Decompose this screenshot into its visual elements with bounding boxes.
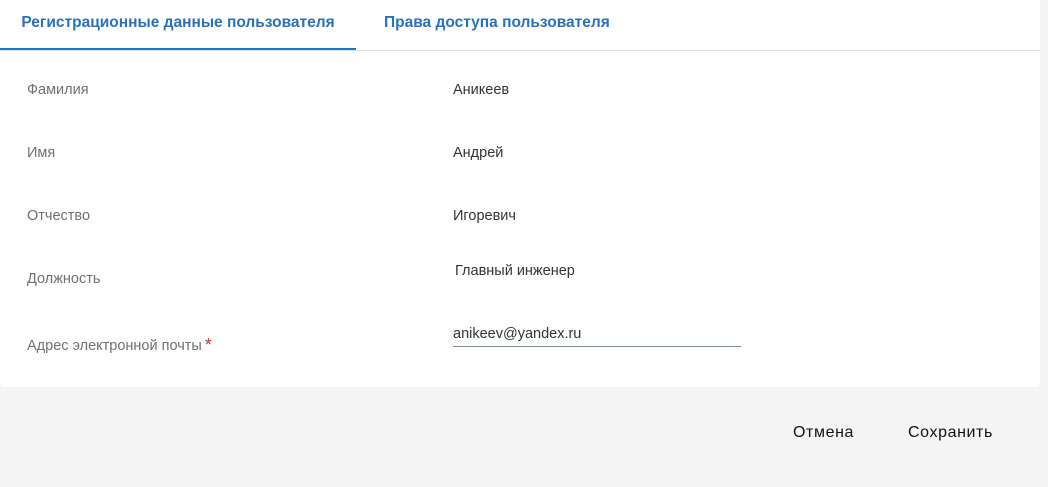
dialog-footer xyxy=(0,387,1040,484)
tab-access-rights[interactable]: Права доступа пользователя xyxy=(384,0,610,50)
required-asterisk: * xyxy=(204,335,212,355)
email-label-row: Адрес электронной почты * xyxy=(27,334,212,355)
first-name-value: Андрей xyxy=(453,145,504,161)
tab-bar: Регистрационные данные пользователя Прав… xyxy=(0,0,1040,51)
email-label: Адрес электронной почты xyxy=(27,338,202,354)
email-input[interactable] xyxy=(453,322,741,347)
last-name-label: Фамилия xyxy=(27,82,89,98)
cancel-button[interactable]: Отмена xyxy=(781,412,866,454)
last-name-value: Аникеев xyxy=(453,82,510,98)
tab-registration-data[interactable]: Регистрационные данные пользователя xyxy=(0,0,356,50)
position-label: Должность xyxy=(27,271,101,287)
position-value: Главный инженер xyxy=(455,263,575,279)
first-name-label: Имя xyxy=(27,145,56,161)
user-form-card: Регистрационные данные пользователя Прав… xyxy=(0,0,1040,387)
save-button[interactable]: Сохранить xyxy=(896,412,1005,454)
patronymic-value: Игоревич xyxy=(453,208,516,224)
patronymic-label: Отчество xyxy=(27,208,91,224)
page-edge xyxy=(1040,0,1048,487)
